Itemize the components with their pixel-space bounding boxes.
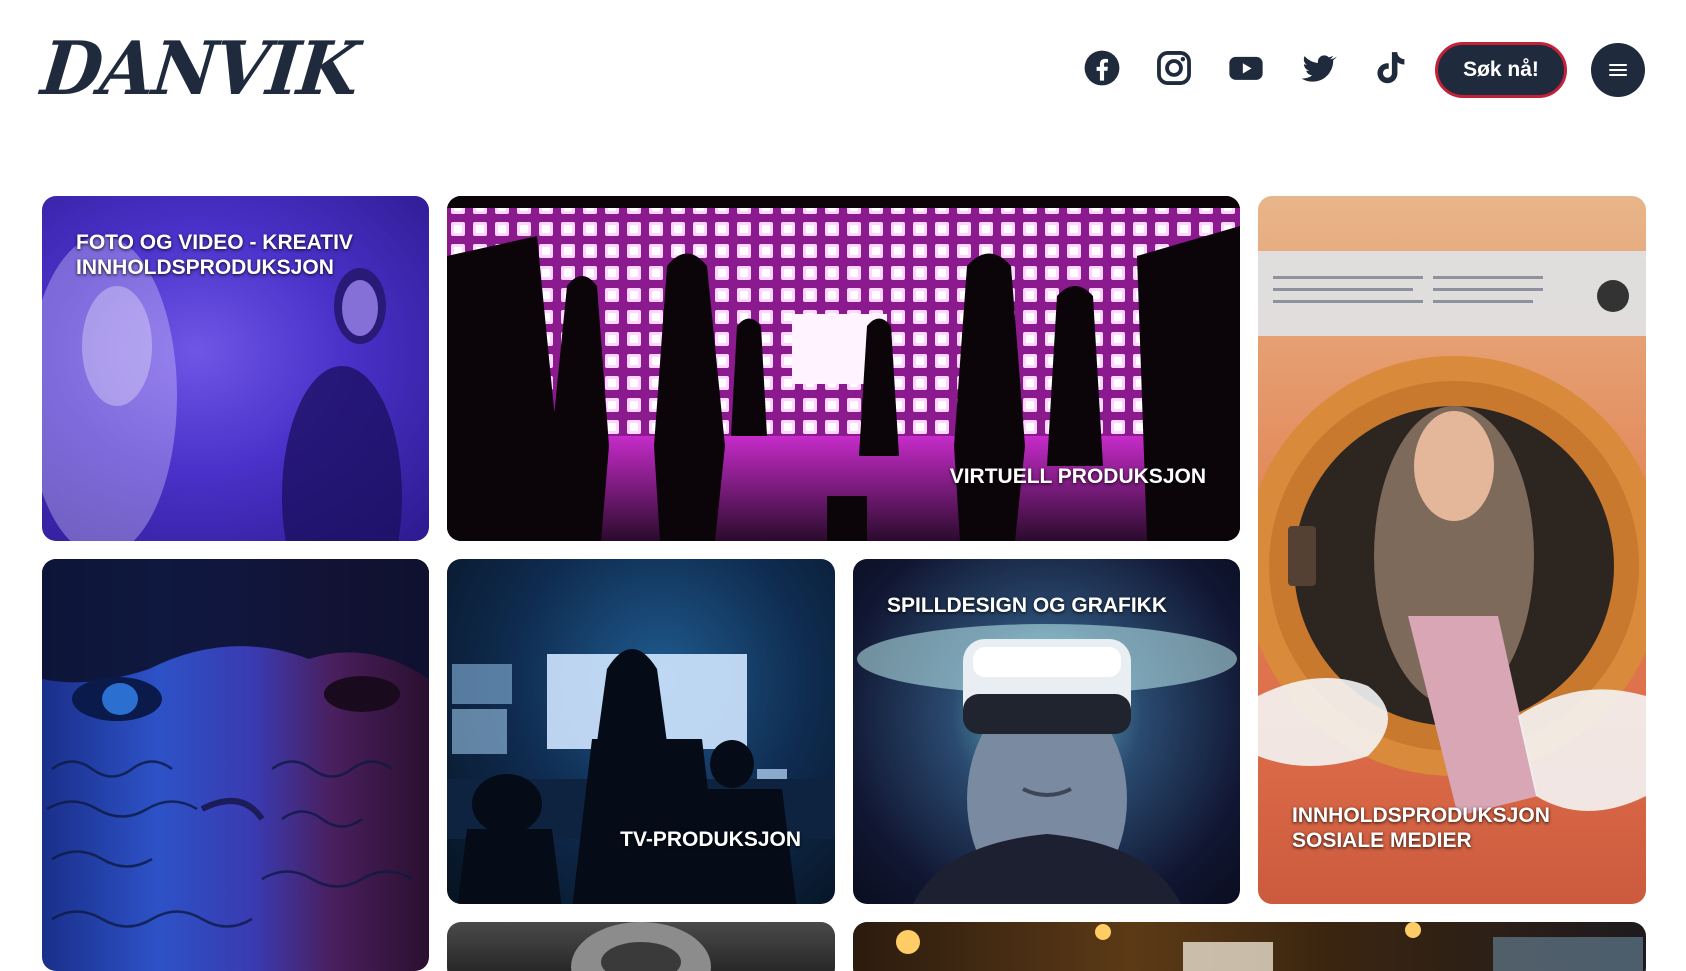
program-card-tv-produksjon[interactable]: TV-PRODUKSJON (447, 559, 835, 904)
card-title: INNHOLDSPRODUKSJON SOSIALE MEDIER (1292, 804, 1550, 852)
hamburger-menu-icon[interactable] (1591, 43, 1645, 97)
card-title: FOTO OG VIDEO - KREATIV INNHOLDSPRODUKSJ… (76, 231, 353, 279)
card-title: SPILLDESIGN OG GRAFIKK (887, 594, 1168, 617)
program-card-partial-1[interactable] (447, 922, 835, 971)
program-card-foto-video[interactable]: FOTO OG VIDEO - KREATIV INNHOLDSPRODUKSJ… (42, 196, 429, 541)
card-title: VIRTUELL PRODUKSJON (949, 465, 1206, 488)
program-card-spilldesign-grafikk[interactable]: SPILLDESIGN OG GRAFIKK (853, 559, 1240, 904)
card-image (447, 649, 835, 904)
card-title: TV-PRODUKSJON (620, 828, 801, 851)
card-image (571, 922, 711, 971)
card-image (1258, 251, 1646, 816)
program-card-portrait[interactable] (42, 559, 429, 971)
program-card-virtuell-produksjon[interactable]: VIRTUELL PRODUKSJON (447, 196, 1240, 541)
youtube-icon[interactable] (1224, 46, 1268, 90)
logo-text: DANVIK (37, 24, 362, 113)
danvik-logo[interactable]: DANVIK (37, 24, 361, 116)
program-card-innholdsproduksjon-sosiale-medier[interactable]: INNHOLDSPRODUKSJON SOSIALE MEDIER (1258, 196, 1646, 904)
apply-now-button[interactable]: Søk nå! (1435, 42, 1567, 98)
tiktok-icon[interactable] (1368, 46, 1412, 90)
card-image (447, 196, 1240, 541)
twitter-icon[interactable] (1296, 46, 1340, 90)
facebook-icon[interactable] (1080, 46, 1124, 90)
instagram-icon[interactable] (1152, 46, 1196, 90)
card-image (42, 559, 429, 928)
card-image (896, 922, 1643, 971)
site-header: DANVIK Søk nå! (0, 0, 1686, 150)
program-card-partial-2[interactable] (853, 922, 1646, 971)
